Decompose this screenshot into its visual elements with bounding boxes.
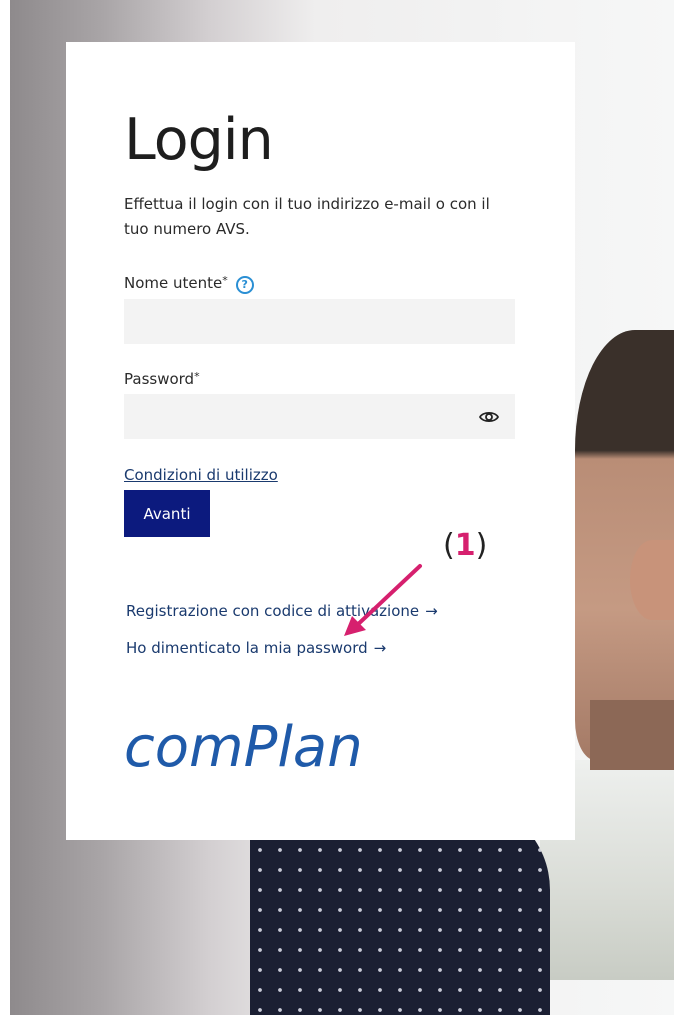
username-label: Nome utente*?: [124, 274, 254, 294]
arrow-right-icon: →: [373, 639, 387, 657]
login-card: Login Effettua il login con il tuo indir…: [66, 42, 575, 840]
forgot-password-link-label: Ho dimenticato la mia password: [126, 639, 368, 657]
required-marker: *: [194, 370, 200, 383]
bg-person-neck: [590, 700, 674, 770]
annotation-open-paren: (: [443, 528, 455, 563]
bg-person-ear: [630, 540, 674, 620]
submit-button[interactable]: Avanti: [124, 490, 210, 537]
password-label: Password*: [124, 370, 200, 388]
login-subtitle: Effettua il login con il tuo indirizzo e…: [124, 195, 490, 238]
username-label-text: Nome utente: [124, 274, 223, 292]
username-input[interactable]: [124, 299, 515, 344]
bg-left-strip: [0, 0, 10, 1027]
help-icon[interactable]: ?: [235, 276, 254, 294]
annotation-label: (1): [443, 528, 487, 563]
annotation-number: 1: [454, 528, 476, 563]
arrow-icon: [344, 564, 422, 636]
forgot-password-link[interactable]: Ho dimenticato la mia password →: [126, 639, 386, 657]
password-input[interactable]: [124, 394, 463, 439]
bg-bottom-strip: [0, 1015, 674, 1027]
password-label-text: Password: [124, 370, 195, 388]
terms-link[interactable]: Condizioni di utilizzo: [124, 466, 278, 484]
required-marker: *: [222, 274, 228, 287]
page-title: Login: [124, 107, 274, 173]
annotation-close-paren: ): [475, 528, 488, 563]
eye-icon: [479, 411, 499, 422]
complan-logo: comPlan: [124, 715, 363, 780]
toggle-password-visibility-button[interactable]: [463, 394, 515, 439]
